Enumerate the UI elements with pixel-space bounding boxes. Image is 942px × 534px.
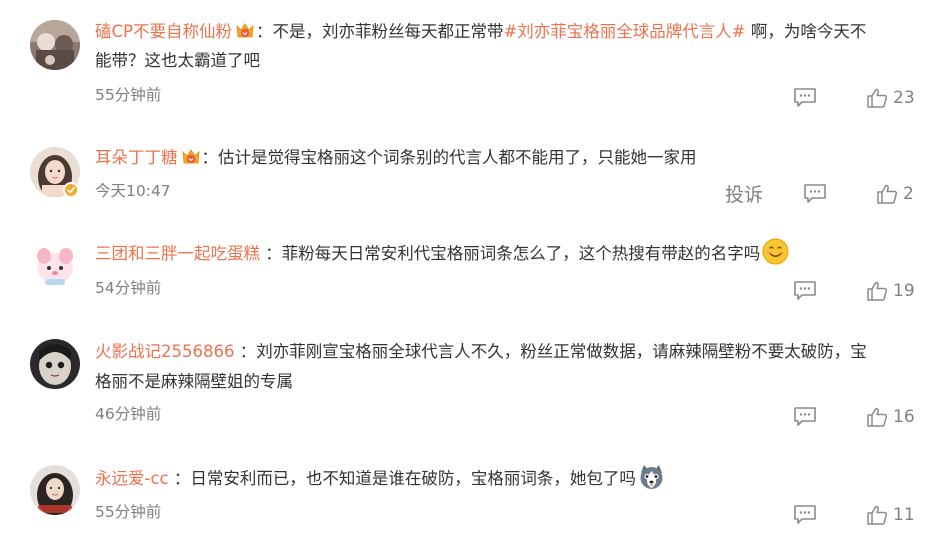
comment-bubble-icon: [803, 183, 827, 205]
comment-body-line2: 格丽不是麻辣隔壁姐的专属: [95, 372, 293, 391]
reply-button[interactable]: [793, 280, 817, 302]
username-link[interactable]: 磕CP不要自称仙粉: [95, 22, 232, 41]
comment-text-line2: 能带？这也太霸道了吧: [95, 45, 925, 76]
avatar[interactable]: [30, 241, 80, 291]
colon: ：: [201, 148, 219, 167]
comment-bubble-icon: [793, 87, 817, 109]
comment-time: 55分钟前: [95, 86, 162, 104]
colon: ：: [255, 22, 273, 41]
like-count: 16: [893, 407, 915, 427]
comment-bubble-icon: [793, 406, 817, 428]
colon: ：: [260, 244, 282, 263]
like-count: 23: [893, 88, 915, 108]
topic-link[interactable]: #刘亦菲宝格丽全球品牌代言人#: [503, 22, 745, 41]
comment-text: 永远爱-cc ：日常安利而已，也不知道是谁在破防，宝格丽词条，她包了吗: [95, 463, 925, 494]
like-count: 11: [893, 505, 915, 525]
thumbs-up-icon: [876, 183, 898, 205]
like-count: 2: [903, 184, 914, 204]
avatar[interactable]: [30, 465, 80, 515]
like-button[interactable]: 23: [866, 86, 915, 110]
thumbs-up-icon: [866, 504, 888, 526]
reply-button[interactable]: [793, 87, 817, 109]
thumbs-up-icon: [866, 406, 888, 428]
smile-emoji-icon: [762, 238, 789, 265]
reply-button[interactable]: [793, 406, 817, 428]
avatar[interactable]: [30, 20, 80, 70]
comment-body: 日常安利而已，也不知道是谁在破防，宝格丽词条，她包了吗: [190, 469, 636, 488]
colon: ：: [168, 469, 191, 488]
comment-time: 今天10:47: [95, 182, 171, 200]
comment-text: 火影战记2556866 ：刘亦菲刚宣宝格丽全球代言人不久，粉丝正常做数据，请麻辣…: [95, 336, 925, 367]
username-link[interactable]: 三团和三胖一起吃蛋糕: [95, 244, 260, 263]
like-button[interactable]: 11: [866, 503, 915, 527]
verified-check-icon: [63, 182, 79, 198]
comment-body: 菲粉每天日常安利代宝格丽词条怎么了，这个热搜有带赵的名字吗: [281, 244, 761, 263]
report-button[interactable]: 投诉: [725, 184, 763, 206]
comment-body-cont: 啊，为啥今天不: [745, 22, 867, 41]
comment-body: 估计是觉得宝格丽这个词条别的代言人都不能用了，只能她一家用: [218, 148, 697, 167]
comment-body: 刘亦菲刚宣宝格丽全球代言人不久，粉丝正常做数据，请麻辣隔壁粉不要太破防，宝: [256, 342, 867, 361]
comment-body-line2: 能带？这也太霸道了吧: [95, 51, 260, 70]
like-button[interactable]: 2: [876, 182, 914, 206]
reply-button[interactable]: [793, 504, 817, 526]
like-button[interactable]: 19: [866, 279, 915, 303]
comment-text: 耳朵丁丁糖 ：估计是觉得宝格丽这个词条别的代言人都不能用了，只能她一家用: [95, 142, 925, 173]
fan-badge-icon[interactable]: [181, 148, 201, 166]
comment-text: 三团和三胖一起吃蛋糕 ：菲粉每天日常安利代宝格丽词条怎么了，这个热搜有带赵的名字…: [95, 238, 925, 269]
comment-bubble-icon: [793, 280, 817, 302]
comment-text-line2: 格丽不是麻辣隔壁姐的专属: [95, 366, 925, 397]
avatar[interactable]: [30, 339, 80, 389]
like-button[interactable]: 16: [866, 405, 915, 429]
thumbs-up-icon: [866, 280, 888, 302]
comment-text: 磕CP不要自称仙粉 ：不是，刘亦菲粉丝每天都正常带#刘亦菲宝格丽全球品牌代言人# …: [95, 16, 925, 47]
comment-body: 不是，刘亦菲粉丝每天都正常带: [272, 22, 504, 41]
husky-emoji-icon: [638, 463, 665, 490]
comment-bubble-icon: [793, 504, 817, 526]
colon: ：: [234, 342, 257, 361]
username-link[interactable]: 火影战记2556866: [95, 342, 235, 361]
reply-button[interactable]: [803, 183, 827, 205]
comment-time: 46分钟前: [95, 405, 162, 423]
username-link[interactable]: 耳朵丁丁糖: [95, 148, 178, 167]
thumbs-up-icon: [866, 87, 888, 109]
comment-time: 54分钟前: [95, 279, 162, 297]
comment-time: 55分钟前: [95, 503, 162, 521]
like-count: 19: [893, 281, 915, 301]
fan-badge-icon[interactable]: [235, 22, 255, 40]
username-link[interactable]: 永远爱-cc: [95, 469, 169, 488]
